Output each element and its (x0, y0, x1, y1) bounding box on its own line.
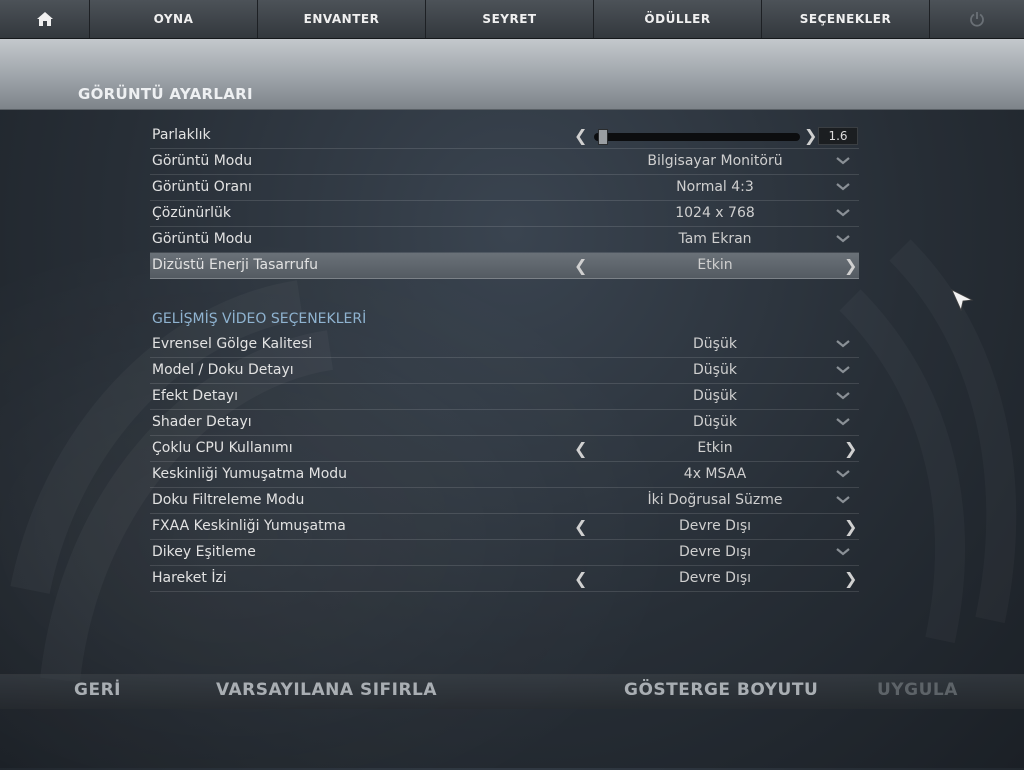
setting-value: Düşük (693, 336, 737, 352)
home-icon (36, 12, 53, 26)
chevron-down-icon[interactable] (836, 340, 850, 348)
setting-label: FXAA Keskinliği Yumuşatma (152, 518, 346, 534)
setting-label: Görüntü Modu (152, 231, 253, 247)
chevron-down-icon[interactable] (836, 392, 850, 400)
nav-watch[interactable]: SEYRET (426, 0, 594, 38)
setting-label: Keskinliği Yumuşatma Modu (152, 466, 348, 482)
brightness-value[interactable]: 1.6 (818, 127, 858, 145)
setting-value: Etkin (697, 440, 733, 456)
setting-label: Dikey Eşitleme (152, 544, 256, 560)
chevron-down-icon[interactable] (836, 418, 850, 426)
nav-play[interactable]: OYNA (90, 0, 258, 38)
next-option-icon[interactable]: ❯ (844, 439, 857, 458)
setting-label: Model / Doku Detayı (152, 362, 294, 378)
bottom-bar (0, 674, 1024, 709)
setting-value: Bilgisayar Monitörü (647, 153, 783, 169)
next-option-icon[interactable]: ❯ (844, 256, 857, 275)
nav-awards[interactable]: ÖDÜLLER (594, 0, 762, 38)
setting-value: Etkin (697, 257, 733, 273)
chevron-down-icon[interactable] (836, 209, 850, 217)
power-button[interactable] (930, 0, 1024, 38)
setting-label: Görüntü Modu (152, 153, 253, 169)
setting-row[interactable]: Görüntü Modu Tam Ekran (150, 227, 859, 253)
setting-row[interactable]: Çoklu CPU Kullanımı Etkin ❮ ❯ (150, 436, 859, 462)
slider-decrease-icon[interactable]: ❮ (574, 126, 587, 145)
setting-row[interactable]: Doku Filtreleme Modu İki Doğrusal Süzme (150, 488, 859, 514)
brightness-slider-track[interactable] (594, 133, 800, 141)
setting-row-brightness: Parlaklık ❮ ❯ 1.6 (150, 123, 859, 149)
setting-row[interactable]: Hareket İzi Devre Dışı ❮ ❯ (150, 566, 859, 592)
setting-value: 4x MSAA (683, 466, 747, 482)
chevron-down-icon[interactable] (836, 548, 850, 556)
settings-list: Parlaklık ❮ ❯ 1.6 Görüntü Modu Bilgisayar… (150, 123, 859, 592)
chevron-down-icon[interactable] (836, 470, 850, 478)
setting-value: Düşük (693, 362, 737, 378)
setting-label: Çözünürlük (152, 205, 231, 221)
previous-option-icon[interactable]: ❮ (574, 256, 587, 275)
mouse-cursor-icon (951, 289, 974, 312)
brightness-slider-handle[interactable] (598, 129, 609, 145)
setting-row[interactable]: Dizüstü Enerji Tasarrufu Etkin ❮ ❯ (150, 253, 859, 279)
chevron-down-icon[interactable] (836, 496, 850, 504)
setting-row[interactable]: Çözünürlük 1024 x 768 (150, 201, 859, 227)
previous-option-icon[interactable]: ❮ (574, 439, 587, 458)
setting-value: İki Doğrusal Süzme (647, 492, 783, 508)
setting-label: Dizüstü Enerji Tasarrufu (152, 257, 318, 273)
setting-row[interactable]: FXAA Keskinliği Yumuşatma Devre Dışı ❮ ❯ (150, 514, 859, 540)
nav-inventory[interactable]: ENVANTER (258, 0, 426, 38)
chevron-down-icon[interactable] (836, 366, 850, 374)
hud-scale-button[interactable]: GÖSTERGE BOYUTU (624, 680, 818, 700)
chevron-down-icon[interactable] (836, 183, 850, 191)
setting-row[interactable]: Evrensel Gölge Kalitesi Düşük (150, 332, 859, 358)
slider-increase-icon[interactable]: ❯ (804, 126, 817, 145)
setting-label: Evrensel Gölge Kalitesi (152, 336, 313, 352)
setting-value: Devre Dışı (678, 544, 752, 560)
next-option-icon[interactable]: ❯ (844, 517, 857, 536)
setting-value: Devre Dışı (678, 518, 752, 534)
setting-row[interactable]: Efekt Detayı Düşük (150, 384, 859, 410)
setting-row[interactable]: Shader Detayı Düşük (150, 410, 859, 436)
top-nav: OYNA ENVANTER SEYRET ÖDÜLLER SEÇENEKLER (0, 0, 1024, 39)
setting-label: Çoklu CPU Kullanımı (152, 440, 293, 456)
setting-label: Hareket İzi (152, 570, 227, 586)
chevron-down-icon[interactable] (836, 235, 850, 243)
setting-label: Doku Filtreleme Modu (152, 492, 305, 508)
next-option-icon[interactable]: ❯ (844, 569, 857, 588)
setting-row[interactable]: Keskinliği Yumuşatma Modu 4x MSAA (150, 462, 859, 488)
setting-value: Tam Ekran (678, 231, 752, 247)
chevron-down-icon[interactable] (836, 157, 850, 165)
setting-row[interactable]: Model / Doku Detayı Düşük (150, 358, 859, 384)
power-icon (970, 12, 984, 27)
nav-options[interactable]: SEÇENEKLER (762, 0, 930, 38)
setting-value: 1024 x 768 (675, 205, 755, 221)
setting-row[interactable]: Görüntü Oranı Normal 4:3 (150, 175, 859, 201)
previous-option-icon[interactable]: ❮ (574, 517, 587, 536)
previous-option-icon[interactable]: ❮ (574, 569, 587, 588)
advanced-section-header: GELİŞMİŞ VİDEO SEÇENEKLERİ (150, 279, 859, 332)
setting-value: Düşük (693, 414, 737, 430)
page-title: GÖRÜNTÜ AYARLARI (78, 85, 253, 103)
setting-row[interactable]: Dikey Eşitleme Devre Dışı (150, 540, 859, 566)
setting-value: Normal 4:3 (676, 179, 754, 195)
setting-row[interactable]: Görüntü Modu Bilgisayar Monitörü (150, 149, 859, 175)
setting-label: Shader Detayı (152, 414, 252, 430)
setting-value: Düşük (693, 388, 737, 404)
apply-button[interactable]: UYGULA (877, 680, 958, 700)
back-button[interactable]: GERİ (74, 680, 121, 700)
setting-label: Efekt Detayı (152, 388, 239, 404)
setting-label: Görüntü Oranı (152, 179, 252, 195)
setting-value: Devre Dışı (678, 570, 752, 586)
home-button[interactable] (0, 0, 90, 38)
setting-label: Parlaklık (152, 127, 211, 143)
reset-defaults-button[interactable]: VARSAYILANA SIFIRLA (216, 680, 437, 700)
advanced-section-title: GELİŞMİŞ VİDEO SEÇENEKLERİ (152, 311, 367, 327)
